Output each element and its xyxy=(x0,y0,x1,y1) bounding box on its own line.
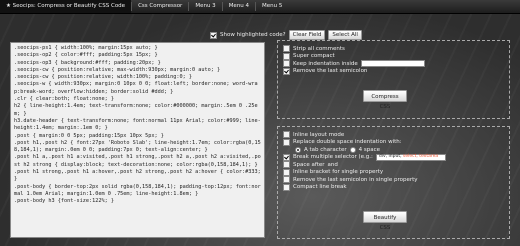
code-line: .post-body h3 {font-size:122%; } xyxy=(14,198,114,205)
keep-indentation-checkbox[interactable] xyxy=(283,60,290,68)
code-line: .post h1 strong,.post h1 a:hover,.post h… xyxy=(14,169,264,183)
show-highlighted-checkbox[interactable] xyxy=(210,31,217,39)
code-line: .seocips-cw { position:relative; max-wid… xyxy=(14,66,221,73)
space-after-label: Space after xyxy=(293,161,325,168)
code-line: h2 { line-height:1.4em; text-transform:n… xyxy=(14,103,258,117)
option-inline-layout: Inline layout mode xyxy=(283,131,504,139)
break-example-highlight: select, textarea xyxy=(402,153,439,159)
space-after-checkbox[interactable] xyxy=(283,161,290,169)
code-line: .post h1,.post h2 { font:27px 'Roboto Sl… xyxy=(14,139,261,154)
inline-bracket-checkbox[interactable] xyxy=(283,168,290,176)
compact-line-break-label: Compact line break xyxy=(293,184,347,191)
option-keep-indentation: Keep indentation inside xyxy=(283,60,504,68)
code-line: .seocips-ps1 { width:100%; margin:15px a… xyxy=(14,45,158,51)
compact-line-break-checkbox[interactable] xyxy=(283,183,290,191)
code-line: .seocips-op2 { color:#fff; padding:5px 1… xyxy=(14,52,158,59)
keep-indentation-label: Keep indentation inside xyxy=(293,60,358,67)
keep-indentation-field[interactable] xyxy=(360,60,425,68)
code-line: h3.date-header { text-transform:none; fo… xyxy=(14,117,261,132)
code-line: .post-body { border-top:2px solid rgba(0… xyxy=(14,183,261,197)
code-line: .clr { clear:both; float:none; } xyxy=(14,96,114,103)
option-break-multiple: Break multiple selector (e.g.: div, inpu… xyxy=(283,153,504,162)
code-line: .post h1 a,.post h1 a:visited,.post h1 s… xyxy=(14,154,261,168)
remove-last-single-checkbox[interactable] xyxy=(283,176,290,184)
inline-layout-label: Inline layout mode xyxy=(293,131,345,138)
inline-layout-checkbox[interactable] xyxy=(283,131,290,139)
break-multiple-label: Break multiple selector (e.g.: xyxy=(293,154,373,161)
option-inline-bracket: Inline bracket for single property xyxy=(283,168,504,177)
compress-options-panel: Strip all comments Super compact Keep in… xyxy=(277,40,510,119)
nav-item-menu-4[interactable]: Menu 4 xyxy=(223,0,255,13)
option-remove-last-semicolon: Remove the last semicolon xyxy=(283,67,504,76)
css-code-textarea[interactable]: .seocips-ps1 { width:100%; margin:15px a… xyxy=(10,42,265,238)
code-line: .seocips-op3 { background:#fff; padding:… xyxy=(14,59,161,66)
option-compact-line-break: Compact line break xyxy=(283,183,504,192)
select-all-button[interactable]: Select All xyxy=(328,30,362,40)
nav-item-seocips[interactable]: ★ Seocips: Compress or Beautify CSS Code xyxy=(0,0,132,13)
inline-bracket-label: Inline bracket for single property xyxy=(293,169,384,176)
compress-css-button[interactable]: Compress CSS xyxy=(363,90,407,110)
code-toolbar: Show highlighted code? Clear Field Selec… xyxy=(210,30,362,40)
option-remove-last-single: Remove the last semicolon in single prop… xyxy=(283,176,504,184)
option-space-after: Space after and xyxy=(283,161,504,169)
replace-indentation-label: Replace double space indentation with: xyxy=(293,139,402,146)
code-line: .seocips-cw { position:relative; width:1… xyxy=(14,74,193,81)
nav-item-css-compressor[interactable]: Css Compressor xyxy=(132,0,188,13)
code-line: .seocips-w { width:930px; margin:0 10px … xyxy=(14,81,258,95)
tab-radio-label: A tab character xyxy=(304,146,347,153)
tab-radio[interactable] xyxy=(295,146,301,153)
nav-item-menu-5[interactable]: Menu 5 xyxy=(256,0,288,13)
super-compact-checkbox[interactable] xyxy=(283,52,290,60)
strip-comments-checkbox[interactable] xyxy=(283,45,290,53)
show-highlighted-label: Show highlighted code? xyxy=(220,32,286,38)
option-strip-comments: Strip all comments xyxy=(283,45,504,53)
code-line: .post { margin:0 0 5px; padding:15px 10p… xyxy=(14,132,164,139)
beautify-css-button[interactable]: Beautify CSS xyxy=(363,211,407,231)
break-example-prefix: div, input, xyxy=(378,153,403,159)
option-super-compact: Super compact xyxy=(283,52,504,61)
remove-last-single-label: Remove the last semicolon in single prop… xyxy=(293,176,418,183)
space-after-value: and xyxy=(327,161,338,168)
space-radio-label: 4 space xyxy=(358,146,381,153)
space-radio[interactable] xyxy=(349,146,356,153)
break-multiple-example: div, input, select, textarea xyxy=(375,153,446,161)
nav-item-menu-3[interactable]: Menu 3 xyxy=(189,0,221,13)
top-navbar: ★ Seocips: Compress or Beautify CSS Code… xyxy=(0,0,520,14)
super-compact-label: Super compact xyxy=(293,53,335,60)
option-replace-indentation: Replace double space indentation with: xyxy=(283,138,504,147)
replace-indentation-checkbox[interactable] xyxy=(283,138,290,146)
strip-comments-label: Strip all comments xyxy=(293,45,345,52)
clear-field-button[interactable]: Clear Field xyxy=(288,30,326,40)
break-multiple-checkbox[interactable] xyxy=(283,153,290,161)
indentation-radio-group: A tab character 4 space xyxy=(283,146,504,154)
remove-last-semicolon-label: Remove the last semicolon xyxy=(293,68,368,75)
remove-last-semicolon-checkbox[interactable] xyxy=(283,67,290,75)
